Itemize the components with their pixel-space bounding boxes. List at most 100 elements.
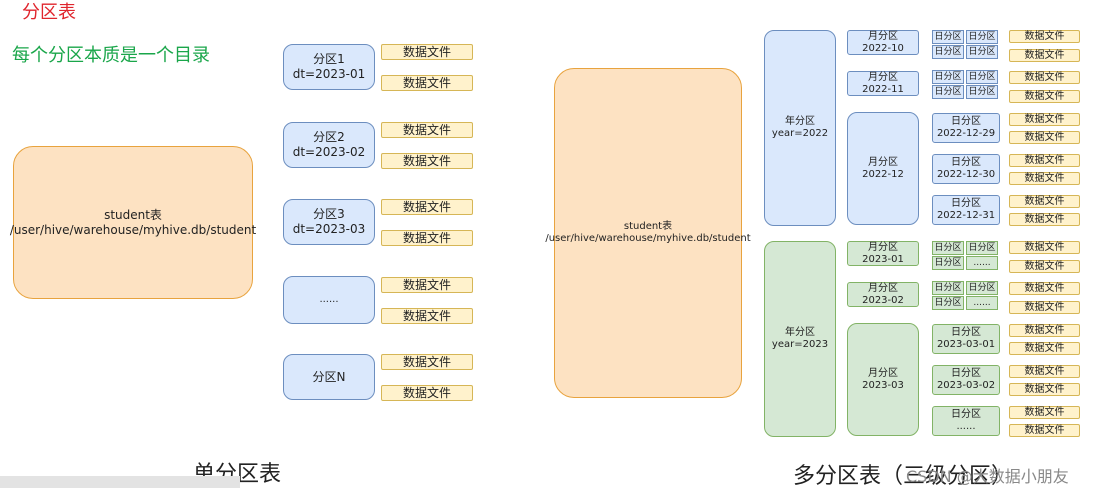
data-file: 数据文件: [1009, 342, 1080, 355]
partition-table-title: 分区表: [22, 2, 76, 23]
day-partition-ellipsis: 日分区 ......: [932, 406, 1000, 436]
year-spec: year=2022: [771, 128, 829, 139]
data-file: 数据文件: [1009, 90, 1080, 103]
day-label: 日分区: [951, 198, 981, 209]
day-label: 日分区: [951, 157, 981, 168]
day-label: 日分区: [951, 327, 981, 338]
month-label: 月分区: [868, 282, 898, 294]
month-spec: 2023-03: [862, 379, 904, 391]
data-file: 数据文件: [1009, 241, 1080, 254]
day-spec: ......: [956, 421, 976, 432]
day-cell: 日分区: [932, 281, 964, 295]
data-file: 数据文件: [381, 199, 473, 215]
partition-name: 分区1: [313, 52, 345, 66]
day-label: 日分区: [951, 409, 981, 420]
month-partition-2022-11: 月分区 2022-11: [847, 71, 919, 96]
day-cell: 日分区: [966, 241, 998, 255]
day-spec: 2023-03-02: [936, 380, 996, 391]
day-label: 日分区: [951, 116, 981, 127]
day-cell: 日分区: [966, 45, 998, 59]
day-partition-2022-12-30: 日分区 2022-12-30: [932, 154, 1000, 184]
partition-box-n: 分区N: [283, 354, 375, 400]
partition-name: 分区N: [312, 369, 346, 384]
multi-student-table-box: student表 /user/hive/warehouse/myhive.db/…: [545, 68, 751, 398]
day-partition-2023-03-01: 日分区 2023-03-01: [932, 324, 1000, 354]
data-file: 数据文件: [1009, 406, 1080, 419]
day-spec: 2022-12-30: [936, 169, 996, 180]
partition-name: ......: [319, 294, 339, 305]
data-file: 数据文件: [1009, 71, 1080, 84]
day-cell: 日分区: [932, 256, 964, 270]
day-cell-ellipsis: ......: [966, 256, 998, 270]
day-cell: 日分区: [932, 45, 964, 59]
data-file: 数据文件: [381, 277, 473, 293]
data-file: 数据文件: [1009, 113, 1080, 126]
partition-note: 每个分区本质是一个目录: [12, 45, 210, 66]
day-partition-2022-12-31: 日分区 2022-12-31: [932, 195, 1000, 225]
watermark: CSDN @大数据小朋友: [906, 467, 1069, 486]
day-partition-2023-03-02: 日分区 2023-03-02: [932, 365, 1000, 395]
month-spec: 2022-11: [862, 83, 904, 95]
data-file: 数据文件: [1009, 324, 1080, 337]
partition-spec: dt=2023-02: [292, 145, 366, 159]
data-file: 数据文件: [381, 308, 473, 324]
year-label: 年分区: [785, 116, 815, 127]
data-file: 数据文件: [381, 230, 473, 246]
month-partition-2023-03: 月分区 2023-03: [847, 323, 919, 436]
month-partition-2023-01: 月分区 2023-01: [847, 241, 919, 266]
year-partition-2022: 年分区 year=2022: [764, 30, 836, 226]
month-spec: 2023-02: [862, 294, 904, 306]
day-cell: 日分区: [966, 281, 998, 295]
data-file: 数据文件: [1009, 365, 1080, 378]
data-file: 数据文件: [1009, 195, 1080, 208]
data-file: 数据文件: [1009, 301, 1080, 314]
month-spec: 2022-10: [862, 42, 904, 54]
year-partition-2023: 年分区 year=2023: [764, 241, 836, 437]
day-cell: 日分区: [932, 30, 964, 44]
data-file: 数据文件: [1009, 213, 1080, 226]
data-file: 数据文件: [381, 75, 473, 91]
day-partition-2022-12-29: 日分区 2022-12-29: [932, 113, 1000, 143]
day-cell: 日分区: [932, 70, 964, 84]
day-cell: 日分区: [966, 30, 998, 44]
partition-spec: dt=2023-03: [292, 222, 366, 236]
month-label: 月分区: [868, 156, 898, 168]
day-cell: 日分区: [966, 70, 998, 84]
day-cell: 日分区: [966, 85, 998, 99]
data-file: 数据文件: [1009, 49, 1080, 62]
year-label: 年分区: [785, 327, 815, 338]
data-file: 数据文件: [381, 153, 473, 169]
data-file: 数据文件: [1009, 154, 1080, 167]
month-partition-2022-10: 月分区 2022-10: [847, 30, 919, 55]
partition-box-3: 分区3 dt=2023-03: [283, 199, 375, 245]
day-cell: 日分区: [932, 85, 964, 99]
day-spec: 2022-12-31: [936, 210, 996, 221]
month-label: 月分区: [868, 71, 898, 83]
data-file: 数据文件: [381, 354, 473, 370]
data-file: 数据文件: [1009, 172, 1080, 185]
partition-box-1: 分区1 dt=2023-01: [283, 44, 375, 90]
data-file: 数据文件: [381, 44, 473, 60]
day-spec: 2022-12-29: [936, 128, 996, 139]
day-spec: 2023-03-01: [936, 339, 996, 350]
day-label: 日分区: [951, 368, 981, 379]
month-partition-2022-12: 月分区 2022-12: [847, 112, 919, 225]
student-table-name: student表: [104, 207, 162, 222]
data-file: 数据文件: [381, 122, 473, 138]
horizontal-scrollbar[interactable]: [0, 476, 240, 488]
month-partition-2023-02: 月分区 2023-02: [847, 282, 919, 307]
partition-name: 分区2: [313, 130, 345, 144]
student-table-path: /user/hive/warehouse/myhive.db/student: [9, 222, 257, 237]
month-label: 月分区: [868, 367, 898, 379]
month-spec: 2022-12: [862, 168, 904, 180]
data-file: 数据文件: [1009, 282, 1080, 295]
data-file: 数据文件: [1009, 131, 1080, 144]
data-file: 数据文件: [1009, 383, 1080, 396]
data-file: 数据文件: [381, 385, 473, 401]
partition-spec: dt=2023-01: [292, 67, 366, 81]
month-label: 月分区: [868, 241, 898, 253]
single-student-table-box: student表 /user/hive/warehouse/myhive.db/…: [9, 146, 257, 299]
data-file: 数据文件: [1009, 424, 1080, 437]
student-table-name: student表: [623, 221, 673, 232]
partition-box-2: 分区2 dt=2023-02: [283, 122, 375, 168]
